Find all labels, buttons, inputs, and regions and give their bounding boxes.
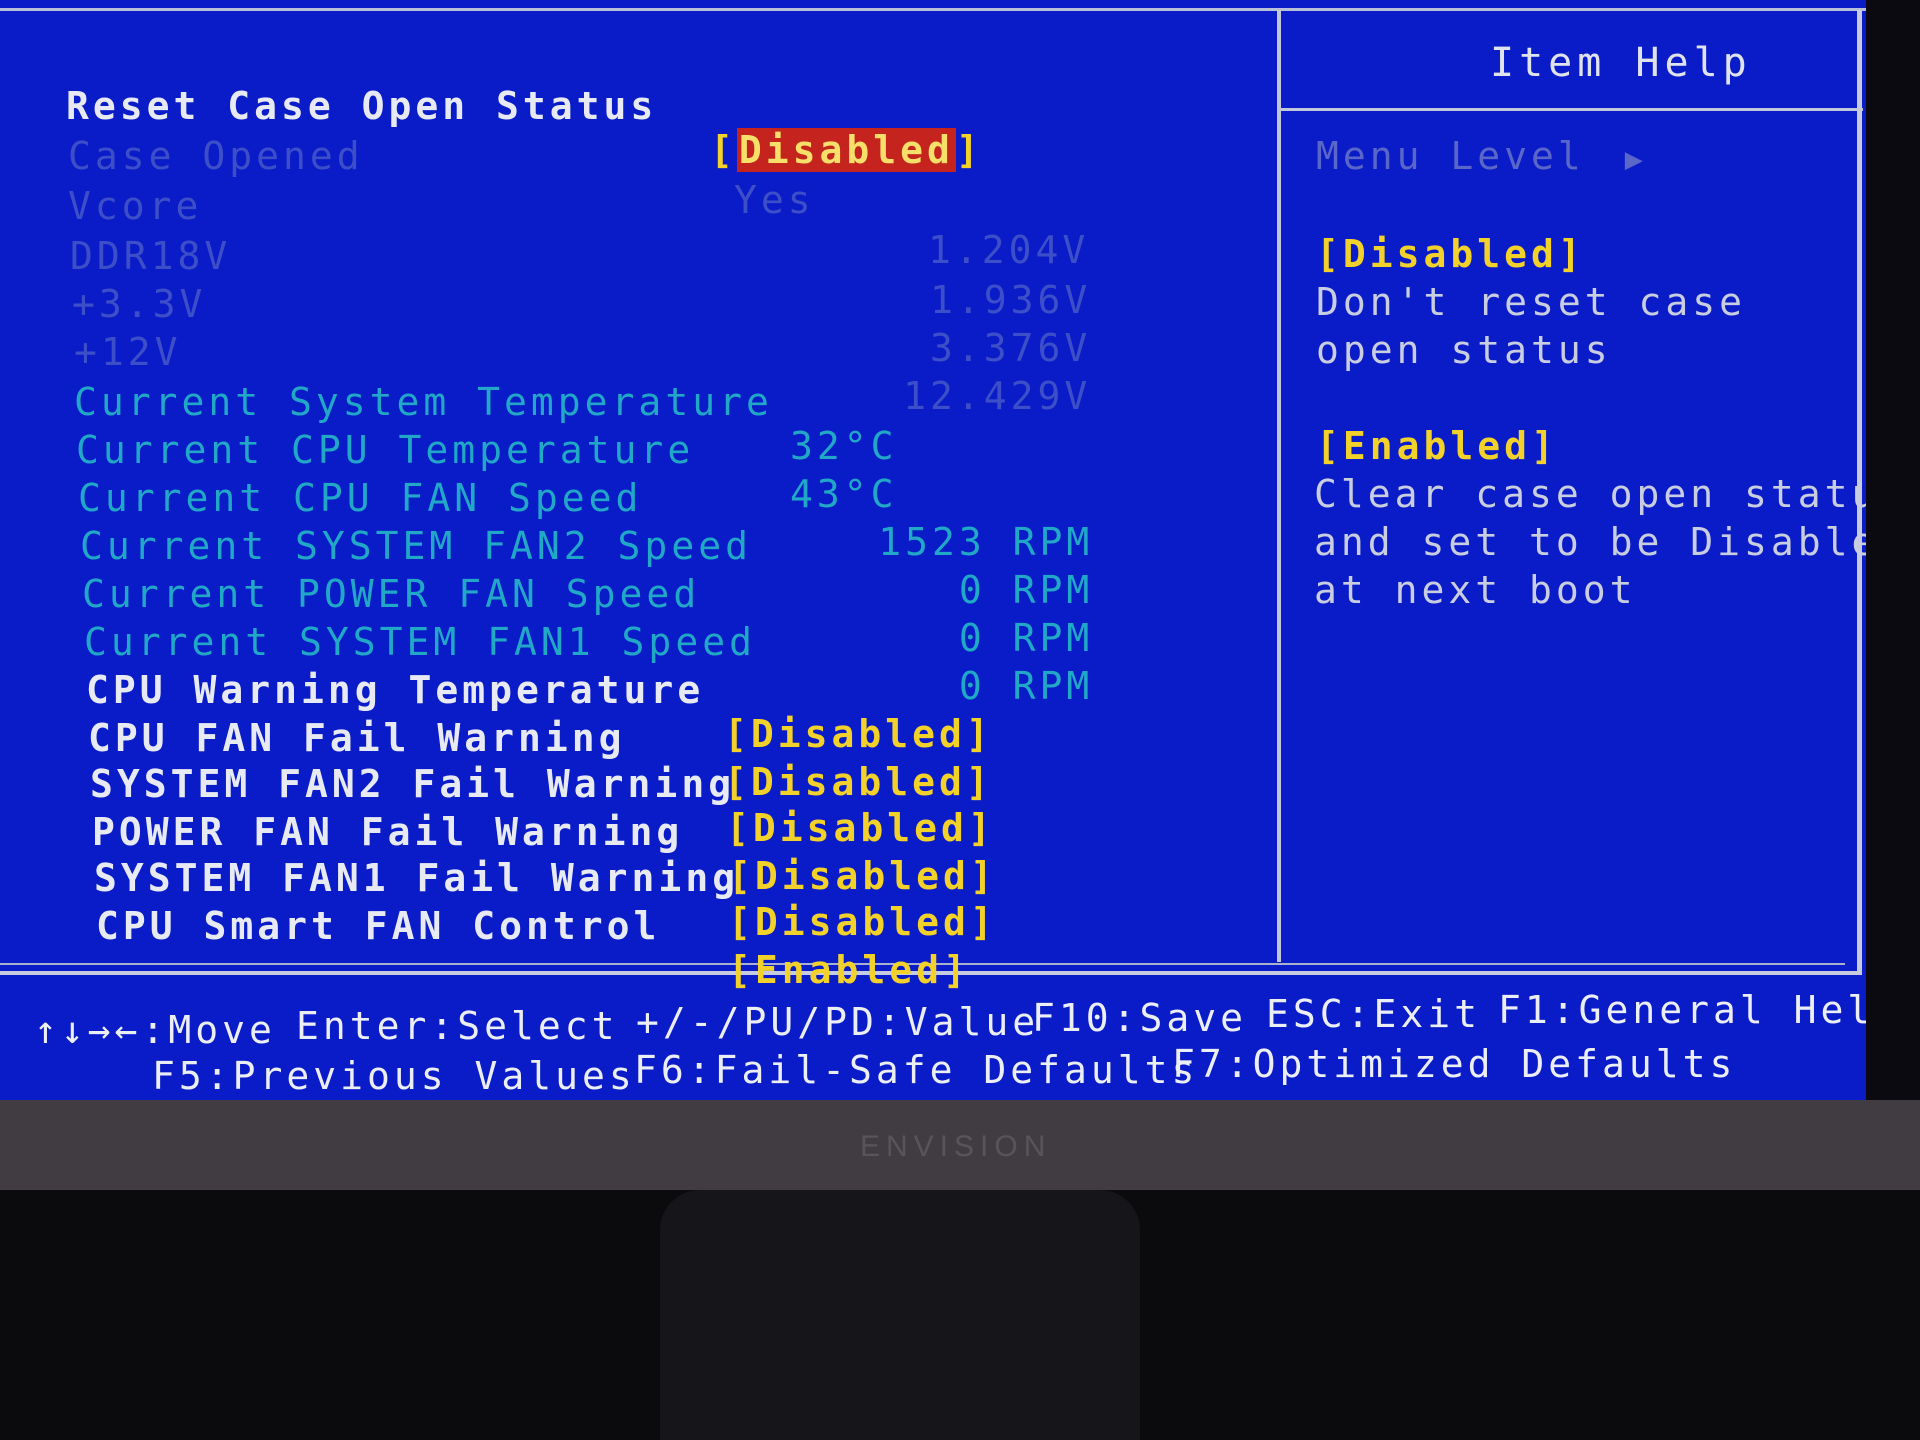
help-enabled-text-2: and set to be Disabled bbox=[1314, 520, 1866, 564]
key-optimized-defaults: F7:Optimized Defaults bbox=[1172, 1042, 1737, 1086]
setting-3v3: +3.3V 3.376V bbox=[72, 238, 1087, 370]
setting-cpu-temperature: Current CPU Temperature 43°C bbox=[76, 384, 894, 516]
setting-12v: +12V 12.429V bbox=[74, 286, 1087, 418]
setting-cpu-smart-fan-control[interactable]: CPU Smart FAN Control [Enabled] bbox=[96, 860, 966, 992]
setting-cpu-warning-temperature[interactable]: CPU Warning Temperature [Disabled] bbox=[86, 624, 989, 756]
key-save: F10:Save bbox=[1032, 996, 1248, 1040]
help-disabled-text-2: open status bbox=[1316, 328, 1612, 372]
setting-system-fan1-fail-warning[interactable]: SYSTEM FAN1 Fail Warning [Disabled] bbox=[94, 812, 993, 944]
setting-value: 0 RPM bbox=[958, 568, 1094, 612]
setting-value: 43°C bbox=[790, 472, 898, 516]
help-disabled-heading: [Disabled] bbox=[1316, 232, 1585, 276]
setting-value: 1.936V bbox=[930, 278, 1092, 322]
setting-reset-case-open-status[interactable]: Reset Case Open Status [Disabled] bbox=[66, 40, 979, 172]
setting-value[interactable]: [Disabled] bbox=[724, 712, 993, 756]
help-enabled-heading: [Enabled] bbox=[1316, 424, 1558, 468]
bios-screen: Reset Case Open Status [Disabled] Case O… bbox=[0, 0, 1866, 1100]
setting-value[interactable]: [Disabled] bbox=[728, 900, 997, 944]
key-select: Enter:Select bbox=[296, 1004, 619, 1048]
menu-level-arrow-icon: ▶ bbox=[1624, 142, 1647, 177]
setting-value: 0 RPM bbox=[958, 616, 1094, 660]
setting-value: 0 RPM bbox=[958, 664, 1094, 708]
setting-case-opened: Case Opened Yes bbox=[68, 90, 811, 222]
monitor-brand-logo: ENVISION bbox=[860, 1130, 1052, 1163]
setting-value: Yes bbox=[734, 178, 815, 222]
setting-value: 1523 RPM bbox=[878, 520, 1094, 564]
setting-cpu-fan-speed: Current CPU FAN Speed 1523 RPM bbox=[78, 432, 1089, 564]
monitor-stand bbox=[660, 1190, 1140, 1440]
setting-value[interactable]: [Disabled] bbox=[724, 760, 993, 804]
help-divider bbox=[1277, 10, 1281, 962]
key-legend: ↑↓→←:Move Enter:Select +/-/PU/PD:Value F… bbox=[0, 980, 1866, 1100]
setting-value[interactable]: [Disabled] bbox=[726, 806, 995, 850]
setting-vcore: Vcore 1.204V bbox=[68, 140, 1085, 272]
setting-label: CPU Smart FAN Control bbox=[96, 904, 661, 948]
setting-power-fan-speed: Current POWER FAN Speed 0 RPM bbox=[82, 528, 1089, 660]
key-move: ↑↓→←:Move bbox=[34, 1008, 276, 1052]
setting-value: 12.429V bbox=[903, 374, 1092, 418]
setting-value: 1.204V bbox=[928, 228, 1090, 272]
key-exit: ESC:Exit bbox=[1266, 992, 1482, 1036]
setting-power-fan-fail-warning[interactable]: POWER FAN Fail Warning [Disabled] bbox=[92, 766, 993, 898]
key-value: +/-/PU/PD:Value bbox=[636, 1000, 1040, 1044]
help-enabled-text-3: at next boot bbox=[1314, 568, 1637, 612]
key-general-help: F1:General Help bbox=[1498, 988, 1866, 1032]
setting-ddr18v: DDR18V 1.936V bbox=[70, 190, 1087, 322]
help-disabled-text-1: Don't reset case bbox=[1316, 280, 1747, 324]
help-enabled-text-1: Clear case open status bbox=[1314, 472, 1866, 516]
settings-list: Reset Case Open Status [Disabled] Case O… bbox=[0, 0, 1270, 992]
help-title: Item Help bbox=[1490, 40, 1752, 86]
setting-cpu-fan-fail-warning[interactable]: CPU FAN Fail Warning [Disabled] bbox=[88, 672, 989, 804]
setting-system-temperature: Current System Temperature 32°C bbox=[74, 336, 894, 468]
setting-value[interactable]: [Disabled] bbox=[728, 854, 997, 898]
setting-system-fan2-fail-warning[interactable]: SYSTEM FAN2 Fail Warning [Disabled] bbox=[90, 718, 991, 850]
setting-system-fan1-speed: Current SYSTEM FAN1 Speed 0 RPM bbox=[84, 576, 1089, 708]
menu-level-label: Menu Level bbox=[1316, 134, 1585, 178]
menu-level: Menu Level ▶ bbox=[1316, 134, 1647, 178]
setting-value: 32°C bbox=[790, 424, 898, 468]
help-title-divider bbox=[1281, 108, 1863, 111]
setting-value[interactable]: [Disabled] bbox=[710, 128, 983, 172]
key-previous-values: F5:Previous Values bbox=[152, 1054, 636, 1098]
key-fail-safe-defaults: F6:Fail-Safe Defaults bbox=[634, 1048, 1199, 1092]
setting-value: 3.376V bbox=[930, 326, 1092, 370]
setting-system-fan2-speed: Current SYSTEM FAN2 Speed 0 RPM bbox=[80, 480, 1089, 612]
